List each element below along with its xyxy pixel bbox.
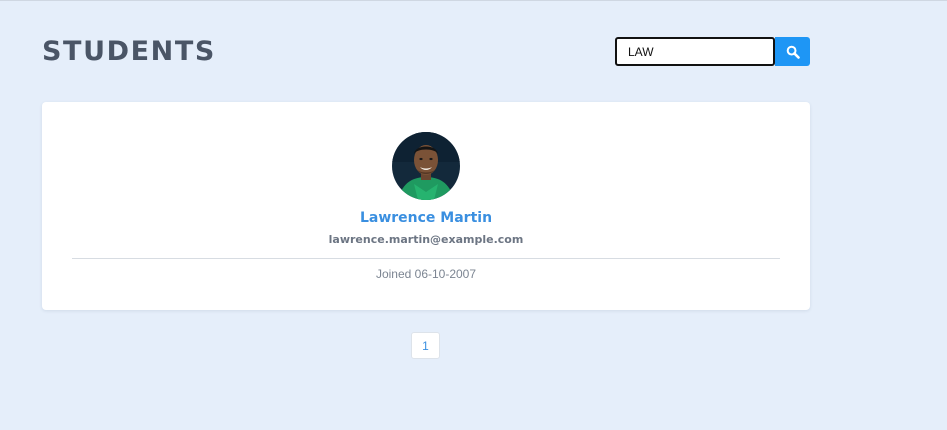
search-form (615, 37, 810, 66)
avatar (392, 132, 460, 200)
avatar-image (392, 132, 460, 200)
page-title: STUDENTS (42, 36, 216, 67)
student-card: Lawrence Martin lawrence.martin@example.… (42, 102, 810, 310)
search-input[interactable] (615, 37, 775, 66)
search-icon (786, 45, 800, 59)
student-name: Lawrence Martin (359, 210, 493, 226)
card-divider (72, 258, 780, 259)
student-email: lawrence.martin@example.com (328, 233, 524, 246)
search-button[interactable] (775, 37, 810, 66)
joined-date: Joined 06-10-2007 (375, 267, 477, 281)
pagination-page-1[interactable]: 1 (411, 332, 440, 359)
top-border (0, 0, 947, 1)
